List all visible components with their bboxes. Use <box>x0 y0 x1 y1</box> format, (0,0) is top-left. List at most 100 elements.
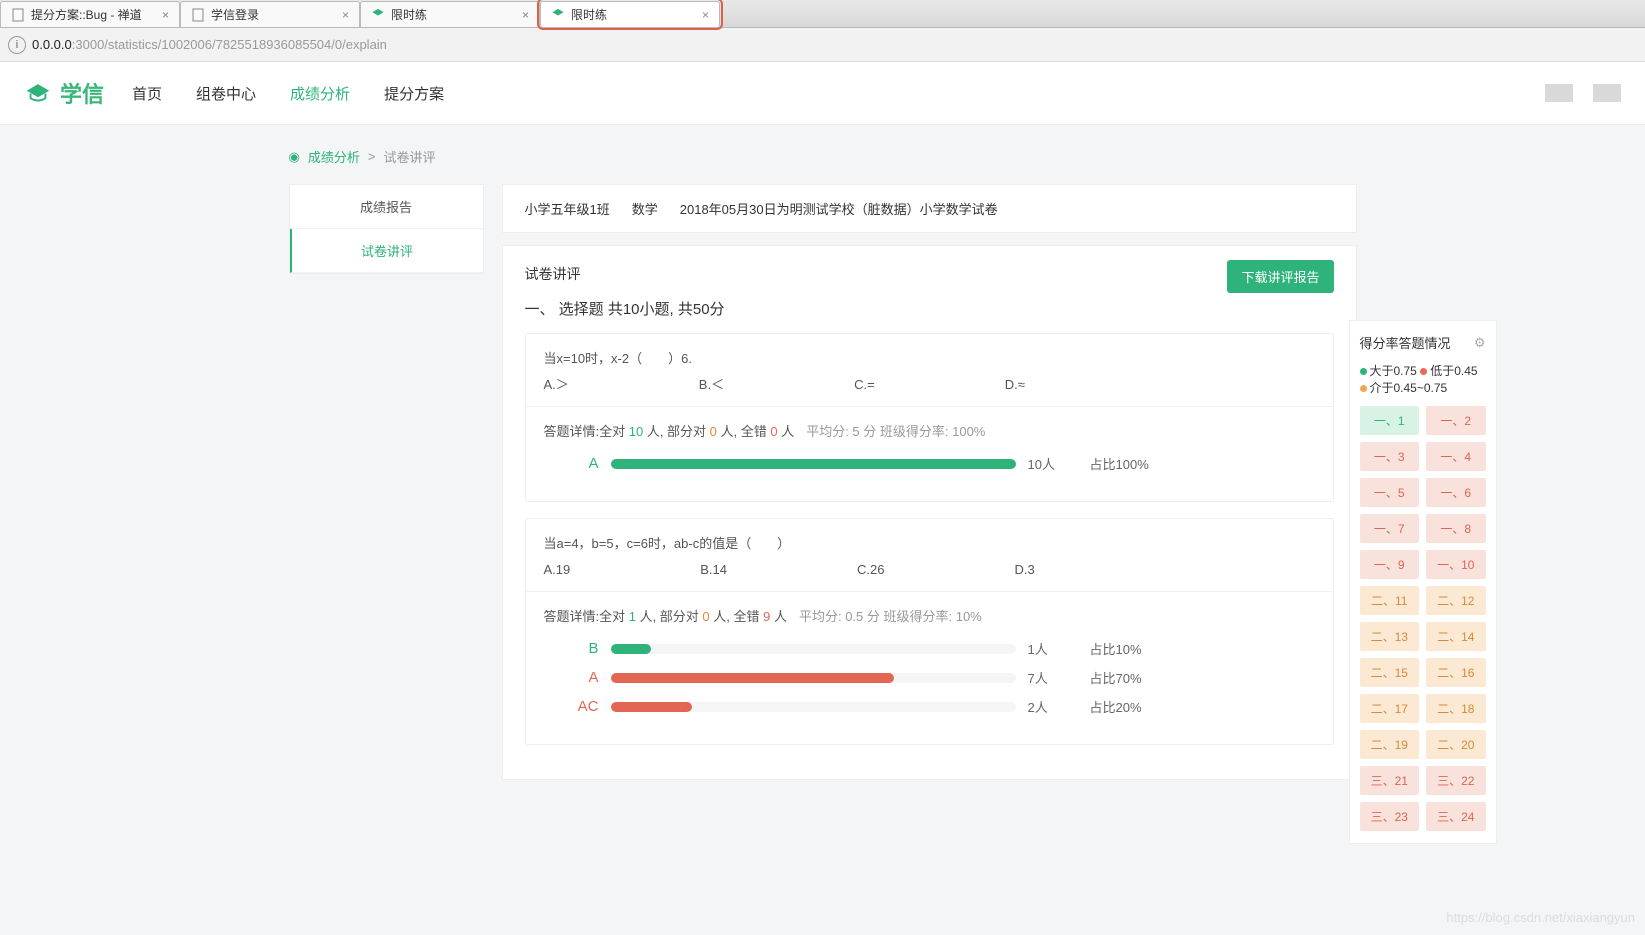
question-block: 当a=4，b=5，c=6时，ab-c的值是（ ）A.19B.14C.26D.3答… <box>525 518 1334 745</box>
dot-orange-icon <box>1360 385 1367 392</box>
url-path: :3000/statistics/1002006/782551893608550… <box>72 37 387 52</box>
question-option: C.26 <box>857 559 884 581</box>
question-chip[interactable]: 二、18 <box>1426 694 1486 723</box>
bar-label: A <box>544 455 599 472</box>
dot-red-icon <box>1420 368 1427 375</box>
pin-icon: ◉ <box>289 149 300 165</box>
question-option: D.≈ <box>1005 374 1025 396</box>
bar-count: 7人 <box>1028 668 1078 687</box>
question-chip[interactable]: 一、5 <box>1360 478 1420 507</box>
question-chip[interactable]: 一、7 <box>1360 514 1420 543</box>
legend: 大于0.75 低于0.45 介于0.45~0.75 <box>1360 362 1486 396</box>
question-chip[interactable]: 一、3 <box>1360 442 1420 471</box>
bar-percent: 占比20% <box>1090 697 1170 716</box>
question-chip[interactable]: 一、8 <box>1426 514 1486 543</box>
meta-class: 小学五年级1班 <box>525 199 610 218</box>
tab-title: 提分方案::Bug - 禅道 <box>31 6 142 23</box>
answer-detail: 答题详情:全对 1 人, 部分对 0 人, 全错 9 人平均分: 0.5 分 班… <box>544 606 1315 625</box>
question-chip[interactable]: 三、24 <box>1426 802 1486 831</box>
question-chip[interactable]: 二、15 <box>1360 658 1420 687</box>
question-chip[interactable]: 三、23 <box>1360 802 1420 831</box>
nav-item[interactable]: 成绩分析 <box>290 83 350 104</box>
question-option: C.= <box>854 374 875 396</box>
question-chip[interactable]: 一、9 <box>1360 550 1420 579</box>
url-host: 0.0.0.0 <box>32 37 72 52</box>
gear-icon[interactable]: ⚙ <box>1474 335 1486 351</box>
paper-meta-card: 小学五年级1班 数学 2018年05月30日为明测试学校（脏数据）小学数学试卷 <box>502 184 1357 233</box>
question-chip[interactable]: 二、20 <box>1426 730 1486 759</box>
answer-bar-row: A 10人占比100% <box>544 454 1315 473</box>
dot-green-icon <box>1360 368 1367 375</box>
question-option: D.3 <box>1014 559 1034 581</box>
notification-icon[interactable] <box>1545 84 1573 102</box>
section-header: 一、 选择题 共10小题, 共50分 <box>525 298 1334 319</box>
question-chip[interactable]: 二、19 <box>1360 730 1420 759</box>
question-chip[interactable]: 一、1 <box>1360 406 1420 435</box>
meta-paper: 2018年05月30日为明测试学校（脏数据）小学数学试卷 <box>680 199 998 218</box>
main-content: 小学五年级1班 数学 2018年05月30日为明测试学校（脏数据）小学数学试卷 … <box>502 184 1357 780</box>
sidebar-item[interactable]: 试卷讲评 <box>290 229 483 273</box>
question-chip[interactable]: 二、11 <box>1360 586 1420 615</box>
logo-icon <box>24 82 52 105</box>
brand-text: 学信 <box>60 77 104 109</box>
answer-bar-row: B1人占比10% <box>544 639 1315 658</box>
question-chip[interactable]: 一、4 <box>1426 442 1486 471</box>
address-bar: i 0.0.0.0:3000/statistics/1002006/782551… <box>0 28 1645 62</box>
close-icon[interactable]: × <box>342 8 349 22</box>
answer-detail: 答题详情:全对 10 人, 部分对 0 人, 全错 0 人平均分: 5 分 班级… <box>544 421 1315 440</box>
avatar[interactable] <box>1593 84 1621 102</box>
question-chip[interactable]: 二、16 <box>1426 658 1486 687</box>
bar-track <box>611 702 1016 712</box>
url-input[interactable]: 0.0.0.0:3000/statistics/1002006/78255189… <box>32 37 1637 52</box>
bar-percent: 占比70% <box>1090 668 1170 687</box>
question-stem: 当x=10时，x-2（ ）6. <box>544 348 1315 370</box>
score-panel-title: 得分率答题情况 <box>1360 333 1451 352</box>
content-card: 下载讲评报告 试卷讲评 一、 选择题 共10小题, 共50分 当x=10时，x-… <box>502 245 1357 780</box>
bar-track <box>611 459 1016 469</box>
bar-count: 10人 <box>1028 454 1078 473</box>
page-favicon-icon <box>191 8 205 22</box>
browser-tab-strip: 提分方案::Bug - 禅道×学信登录×限时练×限时练× <box>0 0 1645 28</box>
nav-item[interactable]: 提分方案 <box>384 83 444 104</box>
close-icon[interactable]: × <box>522 8 529 22</box>
question-chip[interactable]: 三、21 <box>1360 766 1420 795</box>
close-icon[interactable]: × <box>702 8 709 22</box>
browser-tab[interactable]: 提分方案::Bug - 禅道 × <box>0 1 180 27</box>
question-chip[interactable]: 二、14 <box>1426 622 1486 651</box>
question-chip[interactable]: 一、10 <box>1426 550 1486 579</box>
nav-item[interactable]: 组卷中心 <box>196 83 256 104</box>
brand-favicon-icon <box>371 8 385 22</box>
top-nav: 学信 首页 组卷中心 成绩分析 提分方案 <box>0 62 1645 125</box>
bar-percent: 占比100% <box>1090 454 1170 473</box>
question-chip[interactable]: 二、12 <box>1426 586 1486 615</box>
question-chip[interactable]: 一、6 <box>1426 478 1486 507</box>
breadcrumb-root[interactable]: 成绩分析 <box>308 147 360 166</box>
sidebar-item[interactable]: 成绩报告 <box>290 185 483 229</box>
bar-fill <box>611 702 692 712</box>
question-chip[interactable]: 二、13 <box>1360 622 1420 651</box>
bar-label: AC <box>544 698 599 715</box>
question-option: A.19 <box>544 559 571 581</box>
bar-fill <box>611 459 1016 469</box>
close-icon[interactable]: × <box>162 8 169 22</box>
content-title: 试卷讲评 <box>525 264 1334 284</box>
question-chip[interactable]: 三、22 <box>1426 766 1486 795</box>
score-panel: 得分率答题情况 ⚙ 大于0.75 低于0.45 介于0.45~0.75 一、1一… <box>1349 320 1497 844</box>
page-favicon-icon <box>11 8 25 22</box>
bar-count: 2人 <box>1028 697 1078 716</box>
nav-items: 首页 组卷中心 成绩分析 提分方案 <box>132 83 444 104</box>
nav-item[interactable]: 首页 <box>132 83 162 104</box>
question-option: B.＜ <box>699 374 724 396</box>
breadcrumb: ◉ 成绩分析 > 试卷讲评 <box>289 147 1357 166</box>
info-icon[interactable]: i <box>8 36 26 54</box>
download-report-button[interactable]: 下载讲评报告 <box>1227 260 1333 293</box>
browser-tab[interactable]: 限时练× <box>360 1 540 27</box>
browser-tab[interactable]: 限时练× <box>540 1 720 27</box>
brand-logo[interactable]: 学信 <box>24 77 104 109</box>
question-chip[interactable]: 二、17 <box>1360 694 1420 723</box>
sidebar: 成绩报告试卷讲评 <box>289 184 484 780</box>
bar-track <box>611 673 1016 683</box>
browser-tab[interactable]: 学信登录× <box>180 1 360 27</box>
breadcrumb-leaf: 试卷讲评 <box>383 147 435 166</box>
question-chip[interactable]: 一、2 <box>1426 406 1486 435</box>
